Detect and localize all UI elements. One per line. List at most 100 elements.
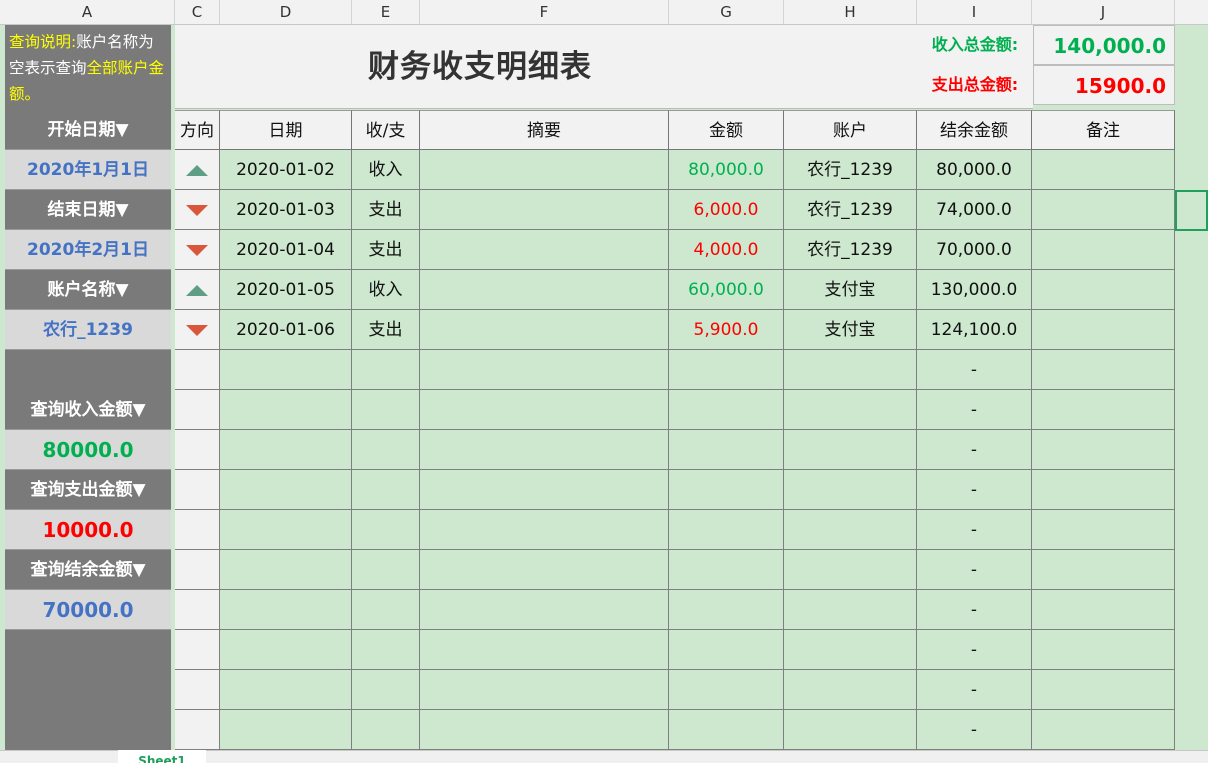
cell-balance[interactable]: 80,000.0 <box>917 150 1032 190</box>
empty-cell-note[interactable] <box>1032 350 1175 390</box>
filter-value-2[interactable]: 农行_1239 <box>5 310 171 350</box>
empty-cell-balance[interactable]: - <box>917 430 1032 470</box>
empty-cell-amount[interactable] <box>669 430 784 470</box>
cell-date[interactable]: 2020-01-05 <box>220 270 352 310</box>
cell-account[interactable]: 农行_1239 <box>784 150 917 190</box>
empty-cell-summary[interactable] <box>420 430 669 470</box>
empty-cell-account[interactable] <box>784 710 917 750</box>
column-header-f[interactable]: F <box>420 0 669 24</box>
empty-cell-account[interactable] <box>784 470 917 510</box>
cell-type[interactable]: 支出 <box>352 190 420 230</box>
empty-cell-amount[interactable] <box>669 630 784 670</box>
cell-summary[interactable] <box>420 310 669 350</box>
empty-cell-type[interactable] <box>352 350 420 390</box>
empty-cell-date[interactable] <box>220 670 352 710</box>
empty-cell-dir[interactable] <box>175 630 220 670</box>
cell-amount[interactable]: 6,000.0 <box>669 190 784 230</box>
cell-note[interactable] <box>1032 270 1175 310</box>
cell-amount[interactable]: 80,000.0 <box>669 150 784 190</box>
filter-value-0[interactable]: 2020年1月1日 <box>5 150 171 190</box>
cell-amount[interactable]: 5,900.0 <box>669 310 784 350</box>
column-header-g[interactable]: G <box>669 0 784 24</box>
empty-cell-note[interactable] <box>1032 550 1175 590</box>
empty-cell-dir[interactable] <box>175 710 220 750</box>
empty-cell-summary[interactable] <box>420 350 669 390</box>
empty-cell-type[interactable] <box>352 630 420 670</box>
empty-cell-note[interactable] <box>1032 430 1175 470</box>
empty-cell-amount[interactable] <box>669 710 784 750</box>
filter-value-1[interactable]: 2020年2月1日 <box>5 230 171 270</box>
empty-cell-amount[interactable] <box>669 510 784 550</box>
empty-cell-type[interactable] <box>352 470 420 510</box>
cell-dir[interactable] <box>175 190 220 230</box>
cell-date[interactable]: 2020-01-03 <box>220 190 352 230</box>
sheet-tab[interactable]: Sheet1 <box>118 750 206 763</box>
empty-cell-date[interactable] <box>220 630 352 670</box>
cell-summary[interactable] <box>420 230 669 270</box>
empty-cell-balance[interactable]: - <box>917 630 1032 670</box>
empty-cell-balance[interactable]: - <box>917 590 1032 630</box>
empty-cell-account[interactable] <box>784 390 917 430</box>
cell-type[interactable]: 收入 <box>352 270 420 310</box>
cell-account[interactable]: 农行_1239 <box>784 230 917 270</box>
empty-cell-account[interactable] <box>784 350 917 390</box>
empty-cell-dir[interactable] <box>175 590 220 630</box>
empty-cell-type[interactable] <box>352 510 420 550</box>
cell-note[interactable] <box>1032 310 1175 350</box>
cell-amount[interactable]: 60,000.0 <box>669 270 784 310</box>
empty-cell-summary[interactable] <box>420 710 669 750</box>
cell-dir[interactable] <box>175 150 220 190</box>
empty-cell-balance[interactable]: - <box>917 390 1032 430</box>
empty-cell-date[interactable] <box>220 590 352 630</box>
cell-summary[interactable] <box>420 190 669 230</box>
cell-balance[interactable]: 130,000.0 <box>917 270 1032 310</box>
empty-cell-account[interactable] <box>784 630 917 670</box>
empty-cell-type[interactable] <box>352 670 420 710</box>
cell-type[interactable]: 支出 <box>352 310 420 350</box>
cell-dir[interactable] <box>175 230 220 270</box>
empty-cell-type[interactable] <box>352 550 420 590</box>
expense-total-value[interactable]: 15900.0 <box>1033 65 1175 105</box>
empty-cell-amount[interactable] <box>669 390 784 430</box>
cell-date[interactable]: 2020-01-06 <box>220 310 352 350</box>
empty-cell-summary[interactable] <box>420 390 669 430</box>
empty-cell-summary[interactable] <box>420 470 669 510</box>
empty-cell-summary[interactable] <box>420 590 669 630</box>
empty-cell-type[interactable] <box>352 430 420 470</box>
cell-balance[interactable]: 70,000.0 <box>917 230 1032 270</box>
cell-type[interactable]: 收入 <box>352 150 420 190</box>
column-header-h[interactable]: H <box>784 0 917 24</box>
empty-cell-dir[interactable] <box>175 390 220 430</box>
column-header-i[interactable]: I <box>917 0 1032 24</box>
query-value-2[interactable]: 70000.0 <box>5 590 171 630</box>
empty-cell-type[interactable] <box>352 710 420 750</box>
empty-cell-amount[interactable] <box>669 590 784 630</box>
cell-dir[interactable] <box>175 270 220 310</box>
empty-cell-amount[interactable] <box>669 470 784 510</box>
empty-cell-dir[interactable] <box>175 550 220 590</box>
empty-cell-amount[interactable] <box>669 350 784 390</box>
empty-cell-balance[interactable]: - <box>917 470 1032 510</box>
empty-cell-balance[interactable]: - <box>917 550 1032 590</box>
empty-cell-account[interactable] <box>784 670 917 710</box>
empty-cell-balance[interactable]: - <box>917 710 1032 750</box>
cell-note[interactable] <box>1032 190 1175 230</box>
empty-cell-note[interactable] <box>1032 390 1175 430</box>
empty-cell-date[interactable] <box>220 350 352 390</box>
cell-balance[interactable]: 74,000.0 <box>917 190 1032 230</box>
empty-cell-amount[interactable] <box>669 670 784 710</box>
empty-cell-date[interactable] <box>220 710 352 750</box>
empty-cell-note[interactable] <box>1032 670 1175 710</box>
empty-cell-date[interactable] <box>220 430 352 470</box>
column-header-c[interactable]: C <box>175 0 220 24</box>
empty-cell-summary[interactable] <box>420 630 669 670</box>
cell-type[interactable]: 支出 <box>352 230 420 270</box>
empty-cell-account[interactable] <box>784 590 917 630</box>
income-total-value[interactable]: 140,000.0 <box>1033 25 1175 65</box>
cell-account[interactable]: 支付宝 <box>784 270 917 310</box>
empty-cell-note[interactable] <box>1032 630 1175 670</box>
empty-cell-note[interactable] <box>1032 510 1175 550</box>
empty-cell-amount[interactable] <box>669 550 784 590</box>
selected-cell[interactable] <box>1175 190 1208 231</box>
empty-cell-account[interactable] <box>784 550 917 590</box>
